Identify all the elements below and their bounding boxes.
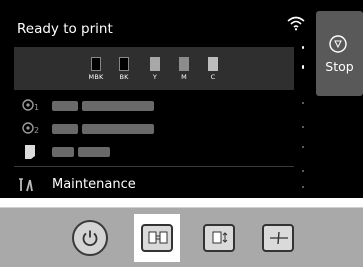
cut-sheet-icon <box>25 145 35 159</box>
ink-bar <box>179 57 189 71</box>
stop-icon <box>329 35 347 53</box>
ink-bk: BK <box>114 57 134 81</box>
ink-bar <box>150 57 160 71</box>
ink-mbk: MBK <box>86 57 106 81</box>
ink-label: MBK <box>88 73 104 81</box>
operation-panel <box>0 207 363 267</box>
ink-y: Y <box>145 57 165 81</box>
roll-feed-icon <box>212 231 228 244</box>
touch-screen: Ready to print Stop MBK BK Y M C 1 2 Mai… <box>0 0 363 198</box>
feed-mode-button[interactable] <box>141 224 173 252</box>
cut-icon <box>270 231 288 245</box>
maintenance-row[interactable]: Maintenance <box>14 176 294 196</box>
svg-text:1: 1 <box>34 103 39 112</box>
feed-mode-icon <box>148 231 168 244</box>
svg-text:2: 2 <box>34 126 39 135</box>
paper-roll-2-row[interactable]: 2 <box>14 121 294 140</box>
scroll-indicator <box>298 46 308 196</box>
cut-button[interactable] <box>262 224 294 252</box>
ink-bar <box>208 57 218 71</box>
ink-level-panel[interactable]: MBK BK Y M C <box>14 47 294 90</box>
divider <box>14 166 294 167</box>
stop-button[interactable]: Stop <box>316 11 363 96</box>
roll-1-icon: 1 <box>22 99 39 112</box>
ink-bar <box>91 57 101 71</box>
ink-bar <box>119 57 129 71</box>
roll-feed-button[interactable] <box>203 224 235 252</box>
ink-c: C <box>203 57 223 81</box>
ink-label: M <box>181 73 187 81</box>
ink-label: Y <box>152 73 158 81</box>
ink-m: M <box>174 57 194 81</box>
paper-roll-1-row[interactable]: 1 <box>14 98 294 117</box>
power-icon <box>82 230 98 247</box>
maintenance-label: Maintenance <box>52 177 136 192</box>
cut-sheet-row[interactable] <box>14 144 294 163</box>
ink-label: BK <box>119 73 129 81</box>
stop-label: Stop <box>325 59 354 74</box>
ink-label: C <box>210 73 216 81</box>
roll-2-icon: 2 <box>22 122 39 135</box>
power-button[interactable] <box>72 220 108 256</box>
wifi-icon <box>287 16 305 31</box>
maintenance-icon <box>19 178 33 192</box>
status-title: Ready to print <box>17 21 113 37</box>
